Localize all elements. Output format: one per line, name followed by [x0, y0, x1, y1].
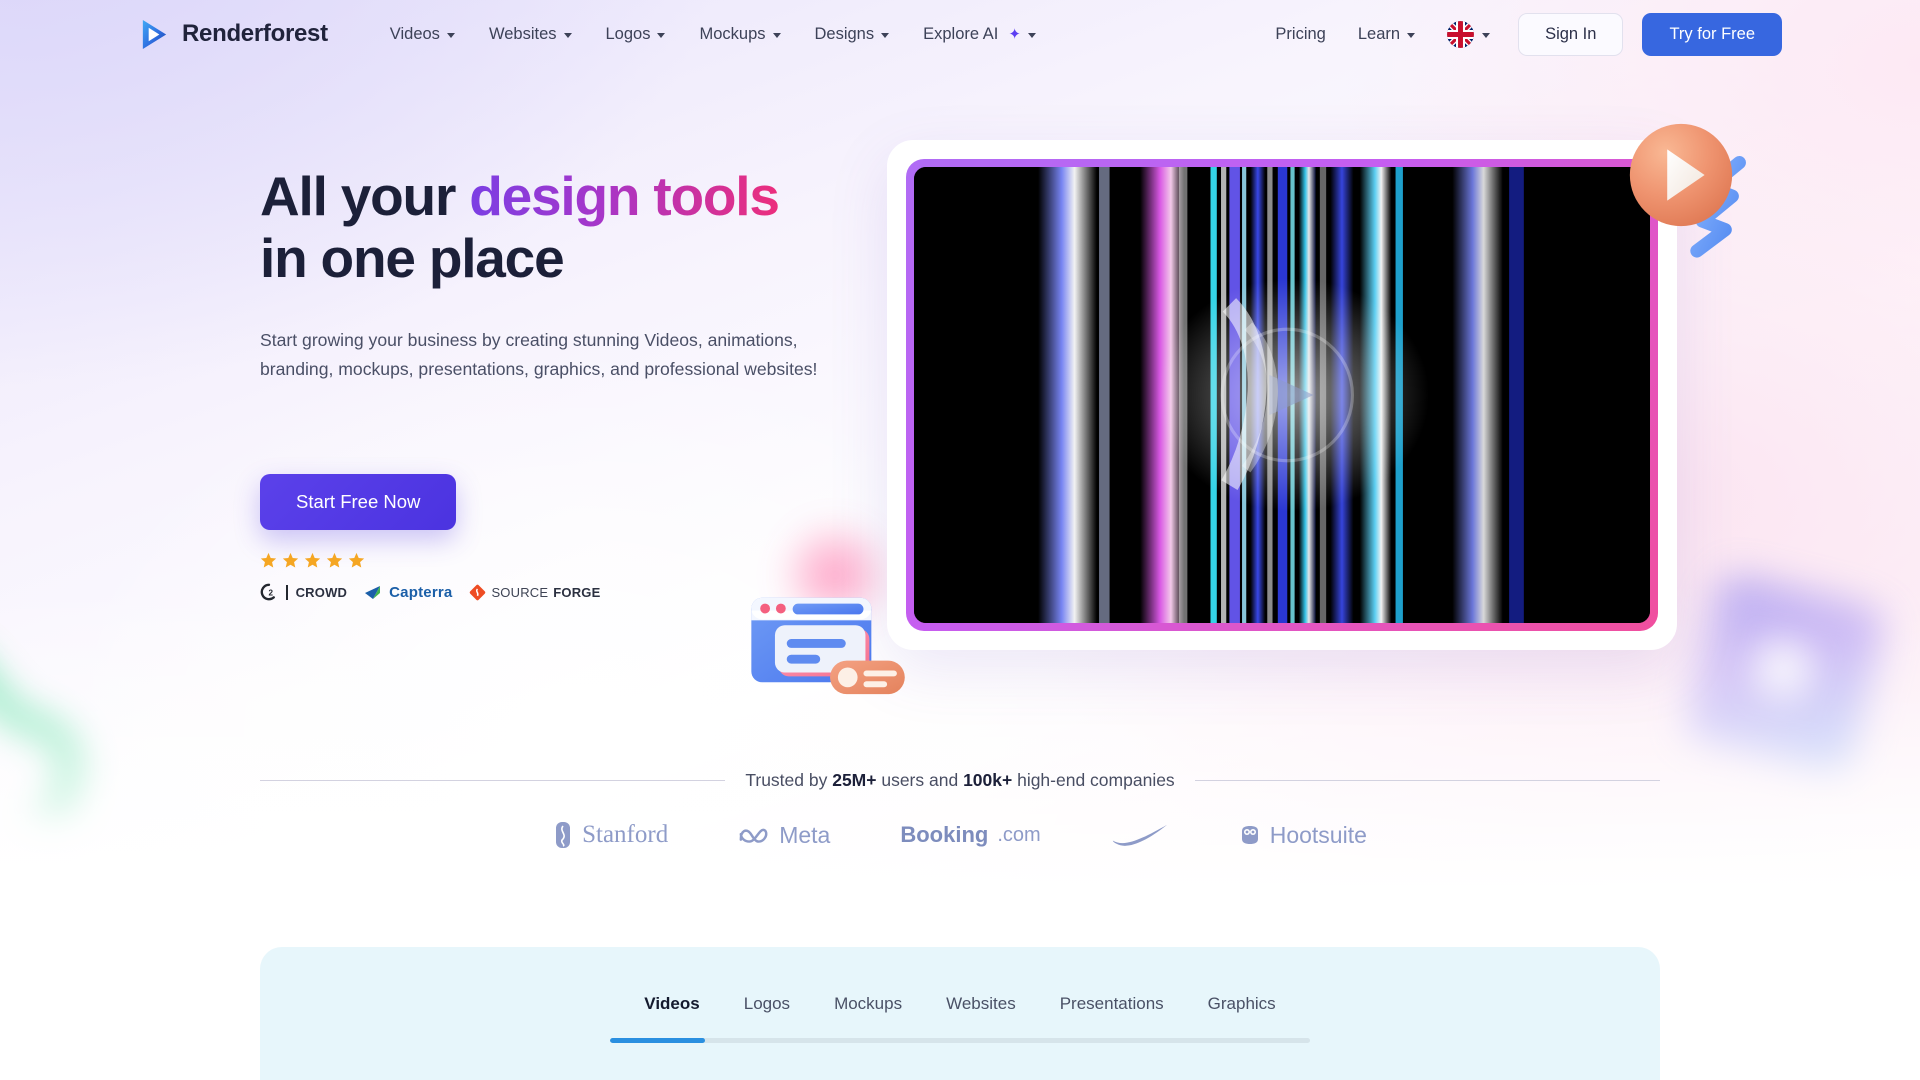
- nav-label: Logos: [605, 24, 651, 43]
- start-free-now-button[interactable]: Start Free Now: [260, 474, 457, 531]
- nav-item-explore-ai[interactable]: Explore AI ✦: [923, 25, 1036, 44]
- g2-crowd-badge[interactable]: 2 CROWD: [260, 583, 347, 601]
- star-rating: [260, 552, 860, 569]
- video-light-streaks: [914, 167, 1650, 623]
- brand-meta: Meta: [738, 822, 830, 849]
- headline-gradient: design tools: [469, 165, 780, 227]
- chevron-down-icon: [563, 32, 572, 38]
- header-actions: Pricing Learn Sign In Try for Free: [1275, 12, 1782, 56]
- sourceforge-badge[interactable]: SOURCE FORGE: [469, 584, 600, 601]
- hootsuite-owl-icon: [1241, 826, 1258, 844]
- nav-item-designs[interactable]: Designs: [815, 25, 890, 44]
- headline-part2: in one place: [260, 227, 565, 290]
- meta-infinity-icon: [739, 828, 768, 843]
- video-screen[interactable]: [914, 167, 1650, 623]
- nav-item-websites[interactable]: Websites: [489, 25, 572, 44]
- trusted-prefix: Trusted by: [745, 770, 833, 790]
- brand-booking: Booking .com: [900, 822, 1040, 848]
- learn-menu[interactable]: Learn: [1357, 24, 1416, 44]
- tab-presentations[interactable]: Presentations: [1060, 994, 1164, 1020]
- trusted-by-bar: Trusted by 25M+ users and 100k+ high-end…: [260, 770, 1661, 791]
- hero-subtitle: Start growing your business by creating …: [260, 330, 818, 379]
- brand-label: Hootsuite: [1269, 821, 1367, 848]
- play-triangle-logo-icon: [142, 19, 167, 49]
- tab-mockups[interactable]: Mockups: [834, 994, 902, 1020]
- headline-part1: All your: [260, 165, 470, 227]
- chevron-down-icon: [1027, 32, 1036, 38]
- category-tabs: Videos Logos Mockups Websites Presentati…: [260, 947, 1660, 1020]
- language-selector[interactable]: [1447, 20, 1491, 48]
- sparkle-icon: ✦: [1008, 25, 1021, 43]
- video-gradient-border: [906, 159, 1658, 631]
- brand-label: Stanford: [582, 821, 669, 848]
- brand-nike: [1111, 823, 1169, 847]
- uk-flag-icon: [1447, 20, 1475, 48]
- capterra-label: Capterra: [389, 583, 453, 601]
- nav-label: Explore AI: [923, 24, 999, 43]
- site-header: Renderforest Videos Websites Logos Mocku…: [0, 0, 1920, 68]
- pricing-link[interactable]: Pricing: [1275, 25, 1325, 44]
- brand-hootsuite: Hootsuite: [1239, 822, 1367, 849]
- tab-logos[interactable]: Logos: [744, 994, 790, 1020]
- sourceforge-label-light: SOURCE: [491, 584, 549, 600]
- play-ball-3d-decoration: [1629, 123, 1733, 227]
- try-for-free-button[interactable]: Try for Free: [1642, 12, 1782, 56]
- brand-label-bold: Booking: [900, 822, 989, 847]
- stanford-seal-icon: [556, 822, 571, 848]
- hero-video-preview[interactable]: [887, 140, 1677, 650]
- svg-text:2: 2: [269, 589, 274, 598]
- chevron-down-icon: [657, 32, 666, 38]
- tab-progress-fill: [610, 1038, 705, 1043]
- nike-swoosh-icon: [1112, 824, 1167, 846]
- client-logos: Stanford Meta Booking .com Hootsuite: [0, 820, 1920, 850]
- nav-label: Designs: [814, 24, 875, 43]
- tab-websites[interactable]: Websites: [946, 994, 1016, 1020]
- logo[interactable]: Renderforest: [138, 18, 328, 51]
- browser-card-3d-decoration: [751, 597, 905, 695]
- nav-label: Websites: [488, 24, 557, 43]
- hero-copy: All your design tools in one place Start…: [260, 165, 860, 601]
- capterra-badge[interactable]: Capterra: [364, 584, 452, 601]
- brand-label-light: .com: [997, 823, 1041, 846]
- category-tabs-card: Videos Logos Mockups Websites Presentati…: [260, 947, 1660, 1080]
- tab-graphics[interactable]: Graphics: [1208, 994, 1276, 1020]
- nav-item-logos[interactable]: Logos: [606, 25, 666, 44]
- star-icon: [260, 553, 277, 568]
- g2-crowd-label: CROWD: [295, 584, 348, 600]
- brand-stanford: Stanford: [553, 820, 668, 850]
- main-navigation: Videos Websites Logos Mockups Designs Ex…: [390, 25, 1036, 44]
- chevron-down-icon: [1407, 32, 1416, 38]
- tab-progress-track[interactable]: [610, 1038, 1310, 1043]
- chevron-down-icon: [446, 32, 455, 38]
- star-icon: [348, 553, 365, 568]
- learn-label: Learn: [1357, 24, 1401, 43]
- trusted-by-text: Trusted by 25M+ users and 100k+ high-end…: [745, 770, 1174, 791]
- nav-item-mockups[interactable]: Mockups: [699, 24, 781, 44]
- trusted-users-count: 25M+: [832, 770, 877, 790]
- chevron-down-icon: [772, 32, 781, 38]
- tab-videos[interactable]: Videos: [644, 994, 699, 1020]
- sourceforge-diamond-icon: [470, 584, 486, 600]
- nav-label: Videos: [389, 24, 440, 43]
- sourceforge-label-bold: FORGE: [553, 584, 601, 600]
- sign-in-button[interactable]: Sign In: [1518, 12, 1624, 56]
- trusted-companies-count: 100k+: [963, 770, 1013, 790]
- divider-left: [260, 780, 726, 781]
- g2-circle-icon: 2: [260, 583, 275, 601]
- star-icon: [326, 553, 343, 568]
- divider-right: [1194, 780, 1661, 781]
- star-icon: [282, 553, 299, 568]
- trusted-suffix: high-end companies: [1012, 770, 1175, 790]
- trusted-middle: users and: [876, 770, 964, 790]
- chevron-down-icon: [881, 32, 890, 38]
- nav-item-videos[interactable]: Videos: [390, 25, 455, 44]
- logo-text: Renderforest: [182, 20, 328, 47]
- page-title: All your design tools in one place: [260, 165, 860, 289]
- star-icon: [304, 553, 321, 568]
- divider: [286, 584, 288, 600]
- capterra-arrow-icon: [365, 586, 381, 600]
- nav-label: Mockups: [699, 24, 766, 43]
- brand-label: Meta: [779, 821, 831, 848]
- chevron-down-icon: [1482, 32, 1491, 38]
